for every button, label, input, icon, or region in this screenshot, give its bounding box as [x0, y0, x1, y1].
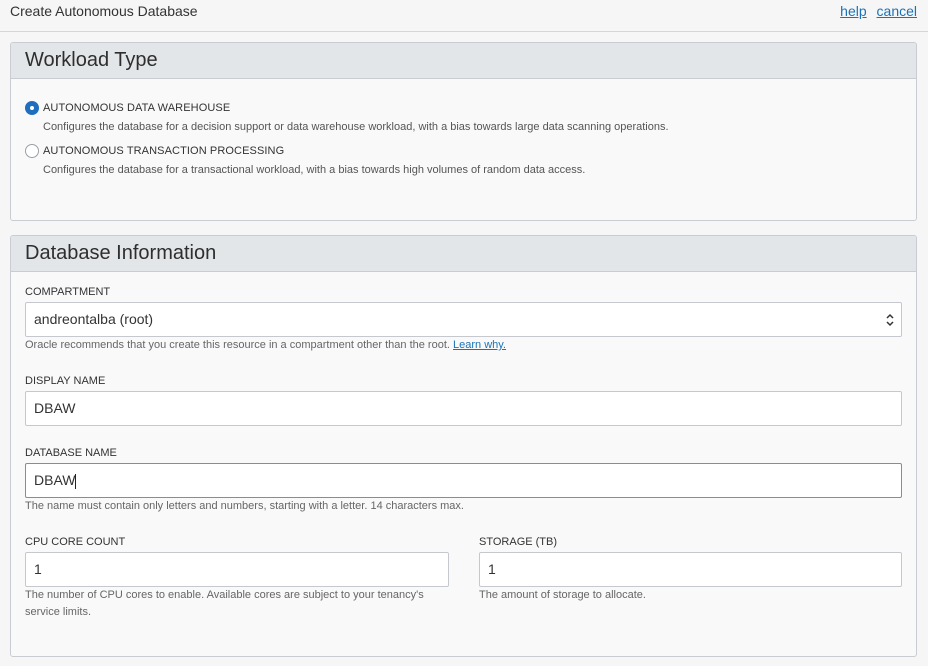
compartment-value: andreontalba (root)	[34, 311, 154, 327]
compartment-select[interactable]: andreontalba (root)	[25, 302, 902, 337]
database-name-input[interactable]: DBAW	[25, 463, 902, 498]
compartment-help: Oracle recommends that you create this r…	[25, 337, 506, 354]
cpu-help-line-1: The number of CPU cores to enable. Avail…	[25, 589, 424, 601]
cpu-core-count-value: 1	[34, 561, 42, 577]
cpu-help-line-2: service limits.	[25, 606, 92, 618]
top-bar: Create Autonomous Database help cancel	[0, 0, 928, 32]
radio-option-transaction-processing[interactable]: AUTONOMOUS TRANSACTION PROCESSING	[25, 144, 284, 158]
cpu-core-count-label: CPU CORE COUNT	[25, 536, 126, 548]
compartment-label: COMPARTMENT	[25, 286, 111, 298]
page-title: Create Autonomous Database	[10, 3, 198, 19]
header-links: help cancel	[834, 3, 917, 19]
cancel-link[interactable]: cancel	[877, 3, 917, 19]
database-information-panel: Database Information COMPARTMENT andreon…	[10, 235, 917, 657]
database-information-header: Database Information	[11, 236, 916, 272]
database-name-value: DBAW	[34, 472, 76, 488]
workload-type-panel: Workload Type AUTONOMOUS DATA WAREHOUSE …	[10, 42, 917, 221]
cpu-core-count-input[interactable]: 1	[25, 552, 449, 587]
radio-transaction-processing-label[interactable]: AUTONOMOUS TRANSACTION PROCESSING	[43, 145, 284, 157]
compartment-help-text: Oracle recommends that you create this r…	[25, 339, 450, 351]
workload-type-header: Workload Type	[11, 43, 916, 79]
database-information-title: Database Information	[25, 242, 217, 264]
radio-transaction-processing[interactable]	[25, 144, 39, 158]
transaction-processing-description: Configures the database for a transactio…	[43, 164, 586, 176]
help-link[interactable]: help	[840, 3, 866, 19]
select-arrows-icon	[886, 313, 894, 327]
storage-value: 1	[488, 561, 496, 577]
display-name-label: DISPLAY NAME	[25, 375, 106, 387]
database-name-label: DATABASE NAME	[25, 447, 117, 459]
storage-input[interactable]: 1	[479, 552, 902, 587]
data-warehouse-description: Configures the database for a decision s…	[43, 121, 669, 133]
cpu-core-count-help: The number of CPU cores to enable. Avail…	[25, 587, 449, 621]
display-name-value: DBAW	[34, 400, 76, 416]
database-name-help: The name must contain only letters and n…	[25, 500, 464, 512]
radio-data-warehouse[interactable]	[25, 101, 39, 115]
storage-help: The amount of storage to allocate.	[479, 589, 646, 601]
learn-why-link[interactable]: Learn why.	[453, 339, 506, 351]
display-name-input[interactable]: DBAW	[25, 391, 902, 426]
radio-option-data-warehouse[interactable]: AUTONOMOUS DATA WAREHOUSE	[25, 101, 230, 115]
text-cursor	[75, 473, 77, 489]
workload-type-title: Workload Type	[25, 49, 158, 71]
radio-data-warehouse-label[interactable]: AUTONOMOUS DATA WAREHOUSE	[43, 102, 230, 114]
storage-label: STORAGE (TB)	[479, 536, 558, 548]
